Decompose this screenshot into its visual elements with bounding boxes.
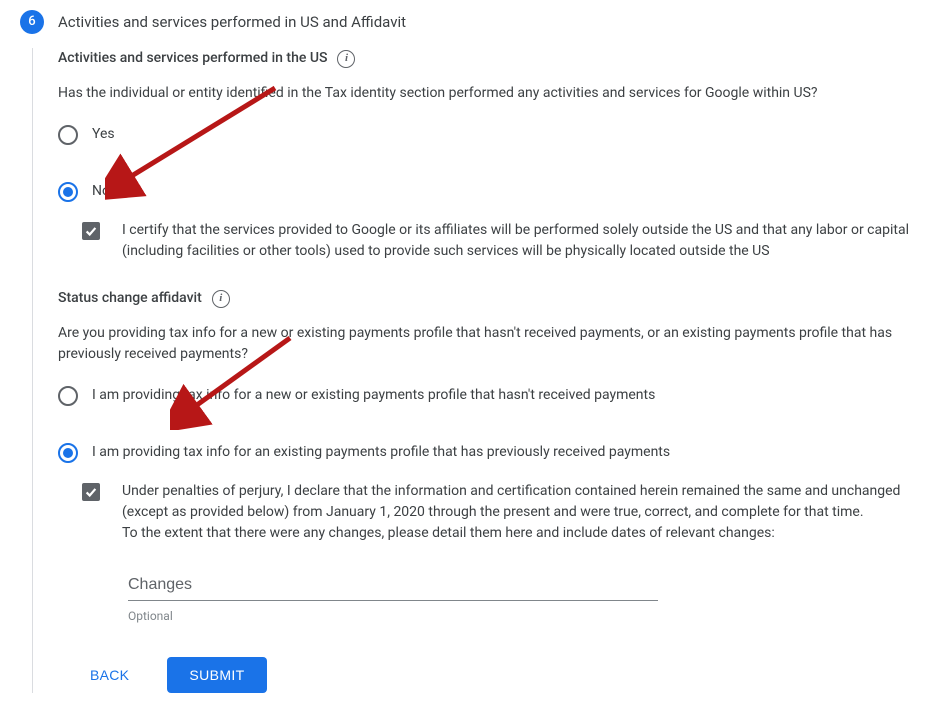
declare-text: Under penalties of perjury, I declare th… [122,481,913,544]
section-activities-label: Activities and services performed in the… [58,48,355,69]
info-icon[interactable]: i [337,50,355,68]
step-connector-line [20,48,44,693]
radio-new-profile[interactable] [58,386,78,406]
radio-existing-profile[interactable] [58,443,78,463]
step-title: Activities and services performed in US … [58,11,406,34]
radio-new-row[interactable]: I am providing tax info for a new or exi… [58,385,913,406]
declare-checkbox[interactable] [82,483,100,501]
radio-existing-row[interactable]: I am providing tax info for an existing … [58,442,913,463]
radio-yes-row[interactable]: Yes [58,124,913,145]
changes-helper: Optional [128,607,658,625]
radio-existing-profile-label: I am providing tax info for an existing … [92,442,670,463]
radio-no-label: No [92,181,110,202]
info-icon[interactable]: i [212,290,230,308]
certify-checkbox[interactable] [82,222,100,240]
declare-block: Under penalties of perjury, I declare th… [82,481,913,544]
section-activities-text: Activities and services performed in the… [58,48,327,69]
check-icon [84,485,98,499]
certify-text: I certify that the services provided to … [122,220,913,262]
radio-dot-icon [63,448,73,458]
check-icon [84,224,98,238]
step-number-badge: 6 [20,10,44,34]
activities-question: Has the individual or entity identified … [58,83,913,104]
radio-no-row[interactable]: No [58,181,913,202]
certify-block: I certify that the services provided to … [82,220,913,262]
changes-field-group: Optional [128,570,658,625]
button-row: BACK SUBMIT [82,657,913,693]
step-header: 6 Activities and services performed in U… [20,10,923,34]
back-button[interactable]: BACK [82,657,137,693]
radio-dot-icon [63,187,73,197]
radio-yes-label: Yes [92,124,115,145]
radio-yes[interactable] [58,125,78,145]
section-affidavit-label: Status change affidavit i [58,288,230,309]
affidavit-question: Are you providing tax info for a new or … [58,323,913,365]
radio-no[interactable] [58,182,78,202]
section-affidavit-text: Status change affidavit [58,288,202,309]
changes-input[interactable] [128,570,658,601]
radio-new-profile-label: I am providing tax info for a new or exi… [92,385,655,406]
submit-button[interactable]: SUBMIT [167,657,266,693]
